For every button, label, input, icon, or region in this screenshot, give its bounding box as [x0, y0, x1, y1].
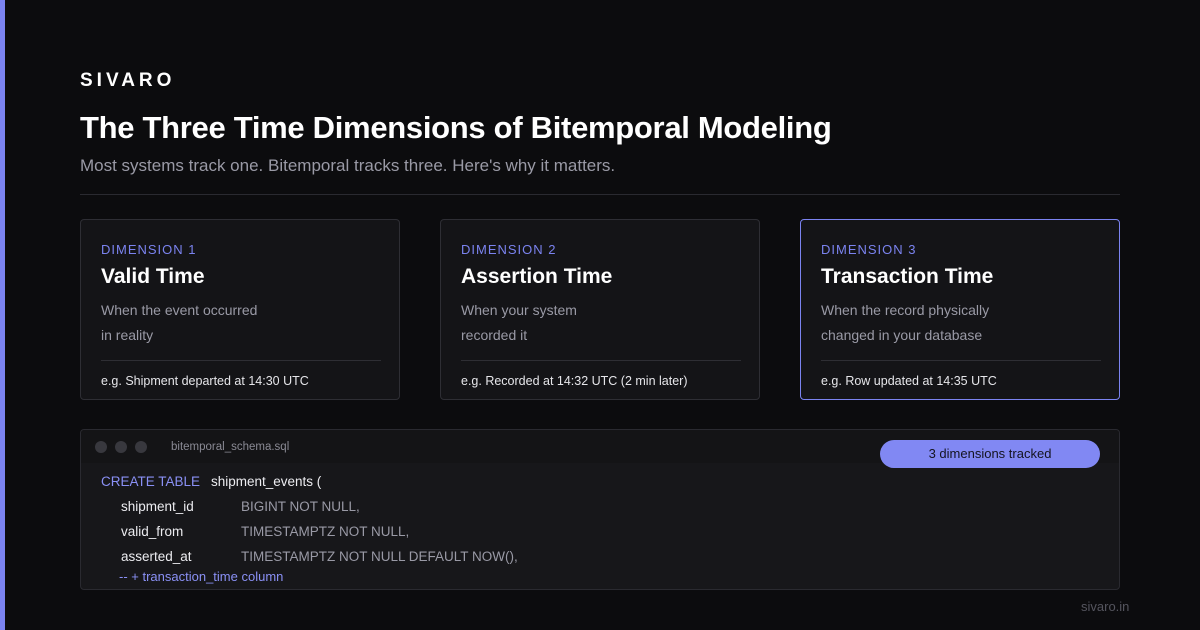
- code-filename: bitemporal_schema.sql: [171, 441, 290, 453]
- card-description-line: When your system: [461, 302, 577, 318]
- brand-logo: SIVARO: [80, 70, 176, 91]
- window-dot-icon: [115, 441, 127, 453]
- card-description-line: When the record physically: [821, 302, 990, 318]
- dimension-card-2: DIMENSION 2 Assertion Time When your sys…: [440, 219, 760, 400]
- card-example: e.g. Shipment departed at 14:30 UTC: [101, 374, 309, 388]
- page-subtitle: Most systems track one. Bitemporal track…: [80, 156, 616, 175]
- sql-column-type: TIMESTAMPTZ NOT NULL,: [241, 524, 410, 539]
- sql-column-name: valid_from: [121, 524, 184, 539]
- card-kicker: DIMENSION 2: [461, 242, 557, 257]
- card-divider: [461, 360, 741, 361]
- card-description-line: When the event occurred: [101, 302, 258, 318]
- sql-column-name: asserted_at: [121, 549, 192, 564]
- card-description: When your system recorded it: [461, 298, 741, 348]
- card-title: Valid Time: [101, 265, 205, 288]
- card-description: When the record physically changed in yo…: [821, 298, 1101, 348]
- card-description-line: recorded it: [461, 327, 528, 343]
- dimensions-badge: 3 dimensions tracked: [880, 440, 1100, 468]
- card-example: e.g. Row updated at 14:35 UTC: [821, 374, 997, 388]
- card-example: e.g. Recorded at 14:32 UTC (2 min later): [461, 374, 688, 388]
- card-title: Assertion Time: [461, 265, 613, 288]
- sql-comment: -- + transaction_time column: [119, 569, 284, 584]
- sql-column-type: TIMESTAMPTZ NOT NULL DEFAULT NOW(),: [241, 549, 518, 564]
- card-description: When the event occurred in reality: [101, 298, 381, 348]
- sql-keyword: CREATE TABLE: [101, 474, 201, 489]
- footer-url: sivaro.in: [1081, 599, 1130, 614]
- dimension-card-1: DIMENSION 1 Valid Time When the event oc…: [80, 219, 400, 400]
- card-kicker: DIMENSION 1: [101, 242, 197, 257]
- card-divider: [821, 360, 1101, 361]
- header-divider: [80, 194, 1120, 195]
- window-dot-icon: [95, 441, 107, 453]
- page-title: The Three Time Dimensions of Bitemporal …: [80, 110, 832, 145]
- code-window: bitemporal_schema.sql 3 dimensions track…: [80, 429, 1120, 590]
- dimension-card-3: DIMENSION 3 Transaction Time When the re…: [800, 219, 1120, 400]
- accent-bar: [0, 0, 5, 630]
- card-divider: [101, 360, 381, 361]
- card-description-line: changed in your database: [821, 327, 983, 343]
- sql-column-name: shipment_id: [121, 499, 194, 514]
- card-title: Transaction Time: [821, 265, 994, 288]
- card-kicker: DIMENSION 3: [821, 242, 917, 257]
- card-description-line: in reality: [101, 327, 154, 343]
- sql-table-name: shipment_events (: [211, 474, 322, 489]
- sql-column-type: BIGINT NOT NULL,: [241, 499, 360, 514]
- window-dot-icon: [135, 441, 147, 453]
